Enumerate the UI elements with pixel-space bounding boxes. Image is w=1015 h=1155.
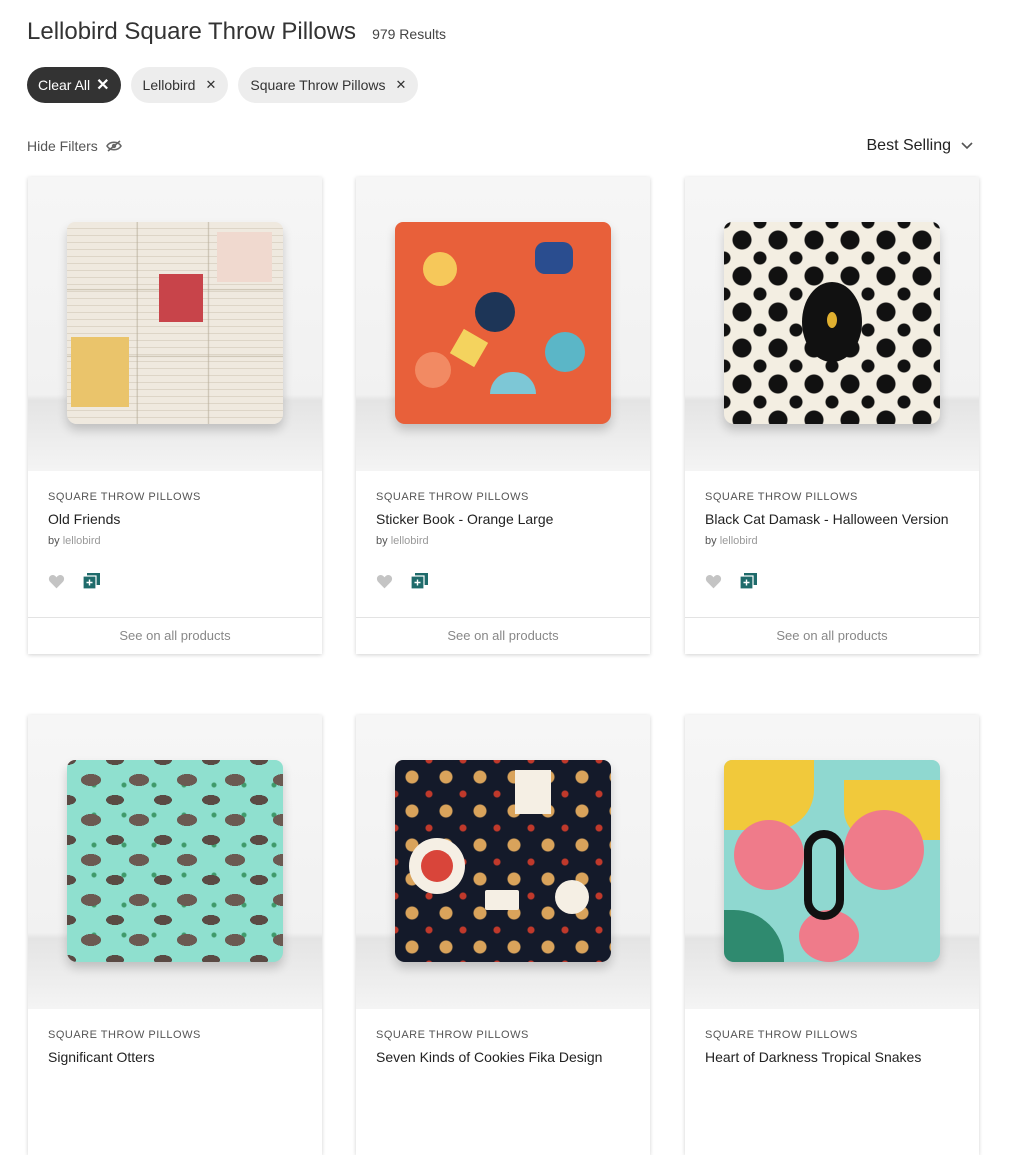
product-info: SQUARE THROW PILLOWS Seven Kinds of Cook… bbox=[356, 1009, 650, 1155]
pillow-motif bbox=[535, 242, 573, 274]
by-label: by bbox=[376, 535, 388, 547]
pillow-image bbox=[724, 222, 940, 424]
page-header: Lellobird Square Throw Pillows 979 Resul… bbox=[27, 18, 446, 46]
pillow-motif bbox=[724, 910, 784, 962]
product-title[interactable]: Heart of Darkness Tropical Snakes bbox=[705, 1049, 959, 1065]
product-info: SQUARE THROW PILLOWS Heart of Darkness T… bbox=[685, 1009, 979, 1155]
pillow-image bbox=[395, 760, 611, 962]
product-category: SQUARE THROW PILLOWS bbox=[376, 491, 529, 503]
by-label: by bbox=[48, 535, 60, 547]
see-on-all-products-link[interactable]: See on all products bbox=[356, 617, 650, 654]
pillow-motif bbox=[545, 332, 585, 372]
product-info: SQUARE THROW PILLOWS Old Friends by lell… bbox=[28, 471, 322, 617]
sort-dropdown[interactable]: Best Selling bbox=[867, 137, 974, 155]
product-card[interactable]: SQUARE THROW PILLOWS Sticker Book - Oran… bbox=[356, 177, 650, 654]
product-image[interactable] bbox=[356, 177, 650, 471]
product-category: SQUARE THROW PILLOWS bbox=[705, 1029, 858, 1041]
heart-icon[interactable] bbox=[705, 574, 722, 589]
product-image[interactable] bbox=[356, 715, 650, 1009]
product-actions bbox=[376, 573, 428, 589]
by-label: by bbox=[705, 535, 717, 547]
product-byline: by lellobird bbox=[48, 535, 302, 547]
product-info: SQUARE THROW PILLOWS Black Cat Damask - … bbox=[685, 471, 979, 617]
product-byline: by lellobird bbox=[376, 535, 630, 547]
filter-chip-designer[interactable]: Lellobird ✕ bbox=[130, 67, 229, 103]
product-image[interactable] bbox=[685, 715, 979, 1009]
product-card[interactable]: SQUARE THROW PILLOWS Black Cat Damask - … bbox=[685, 177, 979, 654]
chevron-down-icon bbox=[961, 142, 973, 150]
pillow-motif bbox=[485, 890, 519, 910]
filter-bar: Hide Filters Best Selling bbox=[27, 136, 973, 156]
filter-chip-label: Lellobird bbox=[142, 77, 196, 93]
results-count: 979 Results bbox=[372, 26, 446, 42]
product-card[interactable]: SQUARE THROW PILLOWS Significant Otters bbox=[28, 715, 322, 1155]
product-title[interactable]: Sticker Book - Orange Large bbox=[376, 511, 630, 527]
add-to-collection-icon[interactable] bbox=[83, 573, 100, 589]
filter-chip-category[interactable]: Square Throw Pillows ✕ bbox=[238, 67, 419, 103]
product-info: SQUARE THROW PILLOWS Significant Otters bbox=[28, 1009, 322, 1155]
see-on-all-products-link[interactable]: See on all products bbox=[685, 617, 979, 654]
author-link[interactable]: lellobird bbox=[391, 535, 429, 547]
product-byline: by lellobird bbox=[705, 535, 959, 547]
author-link[interactable]: lellobird bbox=[720, 535, 758, 547]
pillow-motif bbox=[421, 850, 453, 882]
product-image[interactable] bbox=[28, 177, 322, 471]
product-image[interactable] bbox=[28, 715, 322, 1009]
filter-chip-label: Square Throw Pillows bbox=[250, 77, 386, 93]
product-title[interactable]: Significant Otters bbox=[48, 1049, 302, 1065]
product-title[interactable]: Old Friends bbox=[48, 511, 302, 527]
clear-all-label: Clear All bbox=[38, 77, 91, 93]
close-icon[interactable]: ✕ bbox=[396, 77, 407, 93]
product-title[interactable]: Black Cat Damask - Halloween Version bbox=[705, 511, 959, 527]
sort-label: Best Selling bbox=[866, 137, 952, 154]
pillow-motif bbox=[449, 328, 489, 368]
product-category: SQUARE THROW PILLOWS bbox=[48, 491, 201, 503]
product-title[interactable]: Seven Kinds of Cookies Fika Design bbox=[376, 1049, 630, 1065]
product-category: SQUARE THROW PILLOWS bbox=[48, 1029, 201, 1041]
pillow-motif bbox=[734, 820, 804, 890]
eye-off-icon bbox=[105, 140, 122, 152]
pillow-motif bbox=[844, 810, 924, 890]
pillow-motif bbox=[804, 830, 844, 920]
pillow-motif bbox=[415, 352, 451, 388]
pillow-motif bbox=[555, 880, 589, 914]
product-card[interactable]: SQUARE THROW PILLOWS Heart of Darkness T… bbox=[685, 715, 979, 1155]
pillow-motif bbox=[475, 292, 515, 332]
product-card[interactable]: SQUARE THROW PILLOWS Seven Kinds of Cook… bbox=[356, 715, 650, 1155]
product-category: SQUARE THROW PILLOWS bbox=[705, 491, 858, 503]
heart-icon[interactable] bbox=[376, 574, 393, 589]
pillow-motif bbox=[423, 252, 457, 286]
see-on-all-products-link[interactable]: See on all products bbox=[28, 617, 322, 654]
add-to-collection-icon[interactable] bbox=[740, 573, 757, 589]
pillow-motif bbox=[515, 770, 551, 814]
pillow-panel-pink bbox=[217, 232, 272, 282]
pillow-image bbox=[67, 222, 283, 424]
product-image[interactable] bbox=[685, 177, 979, 471]
pillow-panel-red bbox=[159, 274, 203, 322]
clear-all-button[interactable]: Clear All ✕ bbox=[27, 67, 121, 103]
hide-filters-label: Hide Filters bbox=[27, 138, 98, 154]
hide-filters-button[interactable]: Hide Filters bbox=[27, 138, 122, 154]
pillow-image bbox=[395, 222, 611, 424]
pillow-image bbox=[67, 760, 283, 962]
pillow-image bbox=[724, 760, 940, 962]
heart-icon[interactable] bbox=[48, 574, 65, 589]
product-card[interactable]: SQUARE THROW PILLOWS Old Friends by lell… bbox=[28, 177, 322, 654]
product-info: SQUARE THROW PILLOWS Sticker Book - Oran… bbox=[356, 471, 650, 617]
close-icon: ✕ bbox=[96, 77, 110, 94]
product-actions bbox=[48, 573, 100, 589]
close-icon[interactable]: ✕ bbox=[205, 77, 216, 93]
product-category: SQUARE THROW PILLOWS bbox=[376, 1029, 529, 1041]
product-actions bbox=[705, 573, 757, 589]
add-to-collection-icon[interactable] bbox=[411, 573, 428, 589]
pillow-motif bbox=[827, 312, 837, 328]
pillow-panel-yellow bbox=[71, 337, 129, 407]
author-link[interactable]: lellobird bbox=[63, 535, 101, 547]
page-title: Lellobird Square Throw Pillows bbox=[27, 18, 357, 45]
active-filter-chips: Clear All ✕ Lellobird ✕ Square Throw Pil… bbox=[27, 67, 419, 103]
pillow-motif bbox=[490, 372, 536, 394]
